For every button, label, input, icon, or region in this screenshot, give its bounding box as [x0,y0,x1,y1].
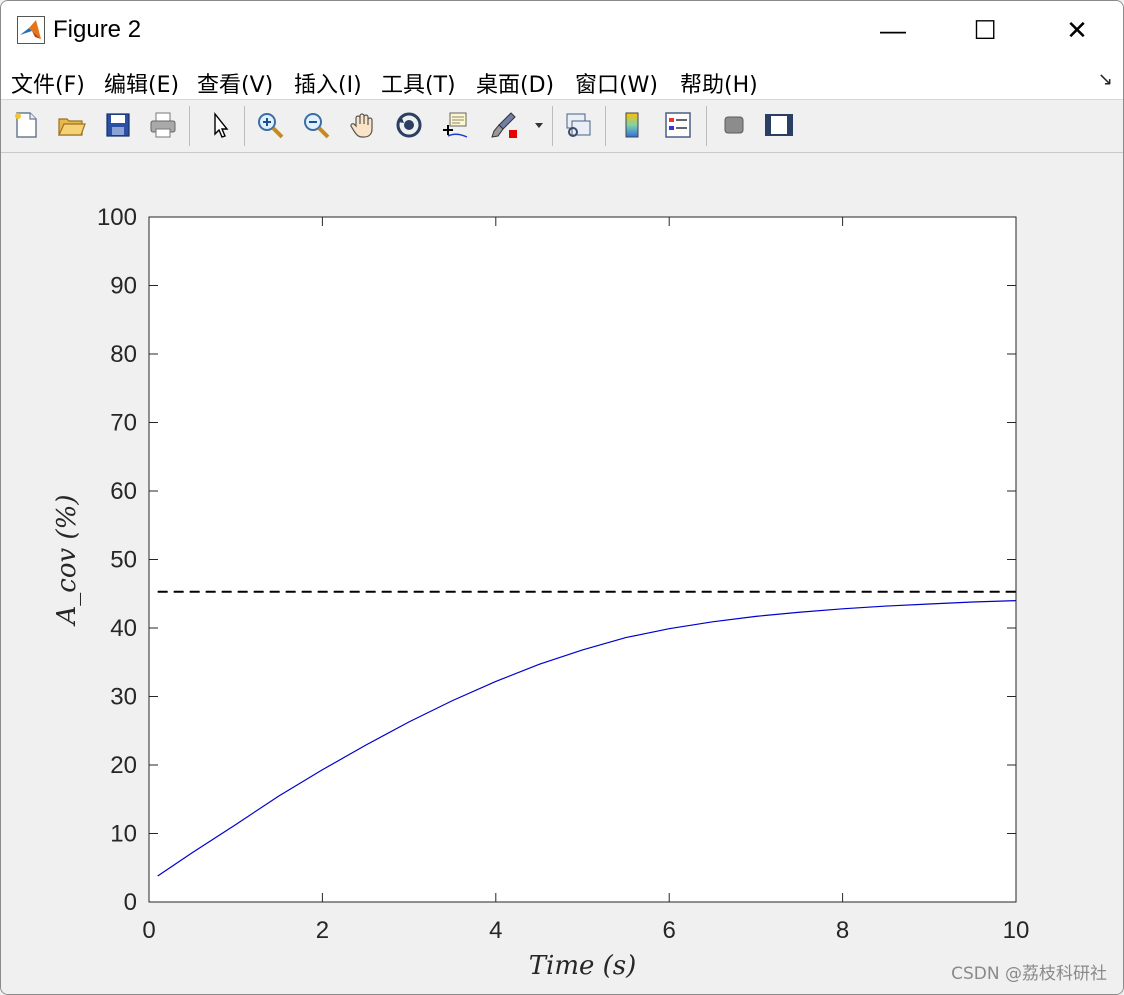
toolbar-separator [706,106,707,146]
maximize-icon: ☐ [973,14,997,45]
x-tick-label: 8 [836,917,849,944]
y-tick-label: 0 [124,889,137,916]
menu-file[interactable]: 文件(F) [11,67,85,99]
figure-toolbar [1,100,1123,153]
brush-icon[interactable] [487,108,521,142]
menu-insert[interactable]: 插入(I) [294,67,362,99]
toolbar-separator [244,106,245,146]
y-axis-label-text: A_cov (%) [52,495,82,627]
new-figure-icon[interactable] [9,108,43,142]
line-chart[interactable]: 0 2 4 6 8 100102030405060708090100 Time (s) A… [1,153,1123,994]
title-bar[interactable]: Figure 2 — ☐ ✕ [1,1,1123,59]
y-axis-label: A_cov (%) [52,495,82,627]
menu-tools[interactable]: 工具(T) [381,67,456,99]
x-tick-label: 6 [663,917,676,944]
menu-help[interactable]: 帮助(H) [680,67,758,99]
y-tick-label: 80 [110,341,137,368]
watermark: CSDN @荔枝科研社 [951,964,1107,984]
rotate-3d-icon[interactable] [392,108,426,142]
legend-icon[interactable] [661,108,695,142]
pan-hand-icon[interactable] [346,108,380,142]
minimize-button[interactable]: — [847,1,939,59]
menu-view[interactable]: 查看(V) [197,67,273,99]
y-tick-label: 40 [110,615,137,642]
figure-window: Figure 2 — ☐ ✕ 文件(F) 编辑(E) 查看(V) 插入(I) 工… [0,0,1124,995]
toolbar-separator [552,106,553,146]
save-icon[interactable] [101,108,135,142]
x-axis-label: Time (s) [529,951,637,981]
y-tick-label: 50 [110,547,137,574]
x-tick-label: 10 [1003,917,1030,944]
print-icon[interactable] [146,108,180,142]
maximize-button[interactable]: ☐ [939,1,1031,59]
toolbar-separator [189,106,190,146]
figure-canvas: 0 2 4 6 8 10 0 10 20 30 40 50 60 70 80 90 100 Time (s) A… [1,153,1123,994]
x-tick-label: 2 [316,917,329,944]
y-tick-label: 70 [110,410,137,437]
matlab-logo-icon [17,16,45,44]
x-axis-label-text: Time (s) [529,951,637,981]
axes-background [149,217,1016,902]
menu-edit[interactable]: 编辑(E) [104,67,179,99]
data-cursor-icon[interactable] [438,108,472,142]
menu-bar: 文件(F) 编辑(E) 查看(V) 插入(I) 工具(T) 桌面(D) 窗口(W… [1,59,1123,100]
x-tick-label: 0 [142,917,155,944]
show-plot-tools-icon[interactable] [761,108,795,142]
zoom-in-icon[interactable] [253,108,287,142]
y-tick-label: 20 [110,752,137,779]
dropdown-arrow-icon[interactable] [529,108,549,142]
window-title: Figure 2 [53,16,142,43]
x-tick-label: 4 [489,917,502,944]
hide-plot-tools-icon[interactable] [717,108,751,142]
menu-desktop[interactable]: 桌面(D) [476,67,554,99]
minimize-icon: — [880,14,906,45]
pointer-icon[interactable] [203,108,237,142]
y-tick-label: 30 [110,684,137,711]
toolbar-separator [605,106,606,146]
link-plot-icon[interactable] [561,108,595,142]
y-tick-label: 90 [110,273,137,300]
close-icon: ✕ [1066,14,1088,45]
zoom-out-icon[interactable] [299,108,333,142]
dock-arrow-icon[interactable]: ↘ [1098,69,1113,90]
open-file-icon[interactable] [54,108,88,142]
y-tick-label: 60 [110,478,137,505]
menu-window[interactable]: 窗口(W) [575,67,658,99]
colorbar-icon[interactable] [615,108,649,142]
y-tick-label: 100 [97,204,137,231]
close-button[interactable]: ✕ [1031,1,1123,59]
y-tick-label: 10 [110,821,137,848]
